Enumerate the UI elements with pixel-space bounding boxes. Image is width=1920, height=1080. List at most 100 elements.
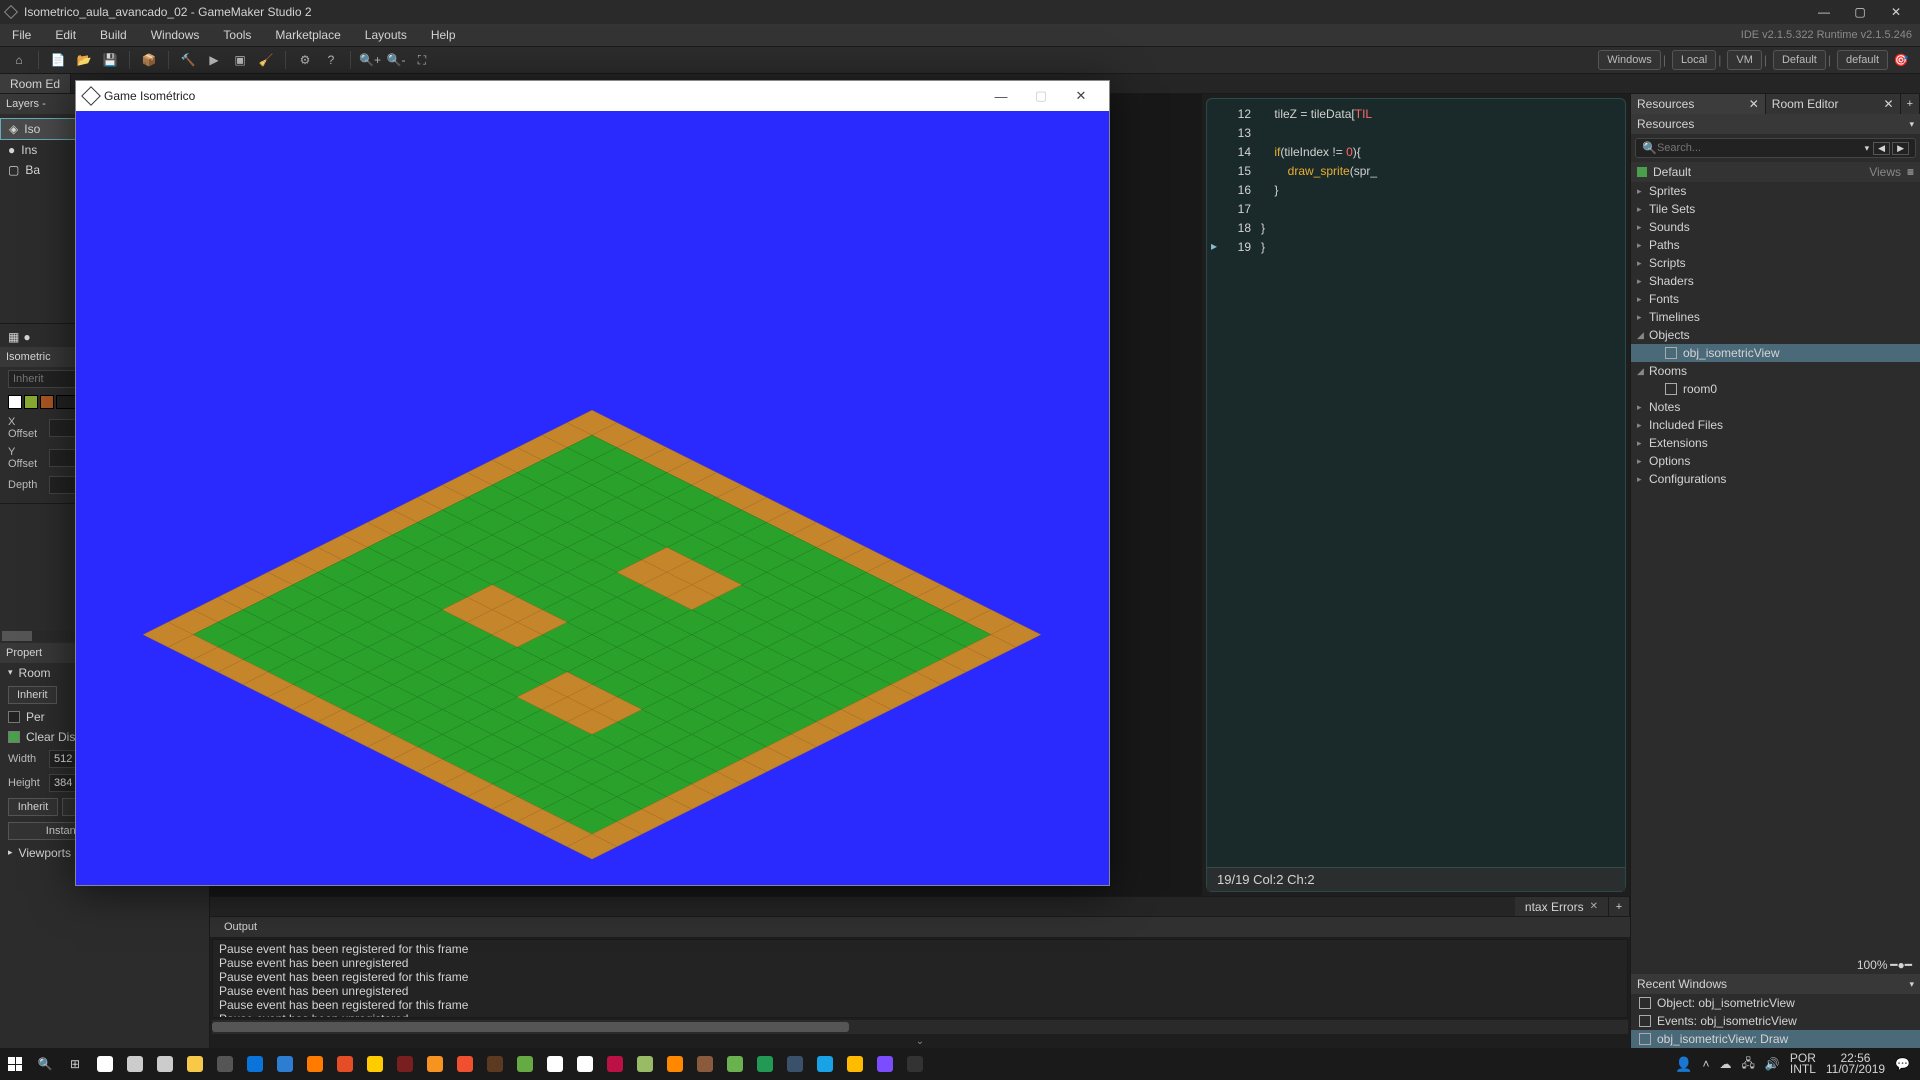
target-output[interactable]: VM (1727, 50, 1762, 70)
target-device[interactable]: Local (1672, 50, 1716, 70)
package-icon[interactable]: 📦 (138, 49, 160, 71)
window-minimize[interactable]: — (1806, 0, 1842, 24)
menu-tools[interactable]: Tools (211, 24, 263, 46)
taskbar-app[interactable] (270, 1049, 300, 1079)
search-taskbar-icon[interactable]: 🔍 (30, 1049, 60, 1079)
tree-arrow-icon[interactable]: ▸ (1637, 222, 1642, 233)
taskbar-app[interactable] (600, 1049, 630, 1079)
taskbar-app[interactable] (330, 1049, 360, 1079)
start-button[interactable] (0, 1049, 30, 1079)
output-hscroll[interactable] (212, 1020, 1628, 1034)
target-config1[interactable]: Default (1773, 50, 1826, 70)
fold-marker-icon[interactable]: ▸ (1211, 239, 1217, 253)
debug-icon[interactable]: ▣ (229, 49, 251, 71)
taskbar-app[interactable] (180, 1049, 210, 1079)
recent-window-item[interactable]: Object: obj_isometricView (1631, 994, 1920, 1012)
tree-node-shaders[interactable]: ▸Shaders (1631, 272, 1920, 290)
tree-node-configurations[interactable]: ▸Configurations (1631, 470, 1920, 488)
tree-arrow-icon[interactable]: ▸ (1637, 312, 1642, 323)
layer-tools-icon[interactable]: ▦ (8, 330, 19, 344)
zoom-out-icon[interactable]: 🔍- (385, 49, 407, 71)
views-label[interactable]: Views (1869, 162, 1901, 182)
chevron-down-icon[interactable]: ▾ (1909, 114, 1914, 134)
game-minimize[interactable]: — (981, 81, 1021, 111)
resources-tab[interactable]: Resources ✕ (1631, 94, 1766, 114)
taskbar-app[interactable] (450, 1049, 480, 1079)
home-icon[interactable]: ⌂ (8, 49, 30, 71)
taskbar-app[interactable] (570, 1049, 600, 1079)
tree-node-notes[interactable]: ▸Notes (1631, 398, 1920, 416)
tree-node-fonts[interactable]: ▸Fonts (1631, 290, 1920, 308)
tree-arrow-icon[interactable]: ▸ (1637, 186, 1642, 197)
tree-node-sprites[interactable]: ▸Sprites (1631, 182, 1920, 200)
inherit-button-2[interactable]: Inherit (8, 798, 58, 816)
persistent-checkbox[interactable] (8, 711, 20, 723)
taskbar-app[interactable] (90, 1049, 120, 1079)
tree-arrow-icon[interactable]: ▸ (1637, 204, 1642, 215)
tree-arrow-icon[interactable]: ▸ (1637, 420, 1642, 431)
window-maximize[interactable]: ▢ (1842, 0, 1878, 24)
taskbar-app[interactable] (480, 1049, 510, 1079)
ime-indicator[interactable]: PORINTL (1790, 1053, 1816, 1075)
target-platform[interactable]: Windows (1598, 50, 1661, 70)
zoom-in-icon[interactable]: 🔍+ (359, 49, 381, 71)
tree-node-paths[interactable]: ▸Paths (1631, 236, 1920, 254)
onedrive-icon[interactable]: ☁ (1720, 1057, 1732, 1071)
close-icon[interactable]: ✕ (1884, 94, 1894, 114)
taskbar-app[interactable] (390, 1049, 420, 1079)
chevron-down-icon[interactable]: ▾ (1909, 974, 1914, 994)
tree-arrow-icon[interactable]: ▸ (1637, 276, 1642, 287)
close-icon[interactable]: ✕ (1749, 94, 1759, 114)
add-tab-button[interactable]: + (1609, 897, 1630, 916)
tree-item[interactable]: obj_isometricView (1631, 344, 1920, 362)
syntax-errors-tab[interactable]: ntax Errors✕ (1515, 897, 1609, 916)
taskbar-app[interactable] (630, 1049, 660, 1079)
search-prev-icon[interactable]: ◀ (1873, 142, 1890, 155)
tree-node-includedfiles[interactable]: ▸Included Files (1631, 416, 1920, 434)
tree-node-options[interactable]: ▸Options (1631, 452, 1920, 470)
taskbar-app[interactable] (870, 1049, 900, 1079)
new-icon[interactable]: 📄 (47, 49, 69, 71)
taskbar-app[interactable] (120, 1049, 150, 1079)
notifications-icon[interactable]: 💬 (1895, 1057, 1910, 1071)
room-editor-tab[interactable]: Room Editor ✕ (1766, 94, 1901, 114)
game-close[interactable]: ✕ (1061, 81, 1101, 111)
taskbar-app[interactable] (660, 1049, 690, 1079)
views-menu-icon[interactable]: ≡ (1907, 162, 1914, 182)
taskbar-app[interactable] (840, 1049, 870, 1079)
taskbar-app[interactable] (750, 1049, 780, 1079)
build-icon[interactable]: 🔨 (177, 49, 199, 71)
default-config[interactable]: Default (1653, 162, 1691, 182)
tree-arrow-icon[interactable]: ▸ (1637, 294, 1642, 305)
doc-tab-room[interactable]: Room Ed (0, 74, 71, 93)
target-config2[interactable]: default (1837, 50, 1888, 70)
taskbar-app[interactable] (150, 1049, 180, 1079)
target-menu-icon[interactable]: 🎯 (1890, 49, 1912, 71)
tree-arrow-icon[interactable]: ◢ (1637, 366, 1644, 377)
close-icon[interactable]: ✕ (1590, 897, 1598, 917)
taskbar-app[interactable] (900, 1049, 930, 1079)
volume-icon[interactable]: 🔊 (1765, 1057, 1780, 1071)
tree-arrow-icon[interactable]: ▸ (1637, 402, 1642, 413)
game-maximize[interactable]: ▢ (1021, 81, 1061, 111)
save-icon[interactable]: 💾 (99, 49, 121, 71)
open-icon[interactable]: 📂 (73, 49, 95, 71)
tree-arrow-icon[interactable]: ◢ (1637, 330, 1644, 341)
window-close[interactable]: ✕ (1878, 0, 1914, 24)
menu-layouts[interactable]: Layouts (353, 24, 419, 46)
taskview-icon[interactable]: ⊞ (60, 1049, 90, 1079)
recent-window-item[interactable]: obj_isometricView: Draw (1631, 1030, 1920, 1048)
menu-file[interactable]: File (0, 24, 43, 46)
taskbar-app[interactable] (690, 1049, 720, 1079)
clock[interactable]: 22:5611/07/2019 (1826, 1053, 1885, 1075)
tree-arrow-icon[interactable]: ▸ (1637, 240, 1642, 251)
recent-window-item[interactable]: Events: obj_isometricView (1631, 1012, 1920, 1030)
search-input[interactable] (1657, 142, 1861, 154)
menu-marketplace[interactable]: Marketplace (263, 24, 352, 46)
inherit-button[interactable]: Inherit (8, 686, 57, 704)
search-dropdown-icon[interactable]: ▾ (1865, 143, 1870, 154)
taskbar-app[interactable] (510, 1049, 540, 1079)
dock-collapse-icon[interactable]: ⌄ (210, 1036, 1630, 1048)
tree-node-objects[interactable]: ◢Objects (1631, 326, 1920, 344)
zoom-slider[interactable]: ━●━ (1890, 958, 1912, 972)
